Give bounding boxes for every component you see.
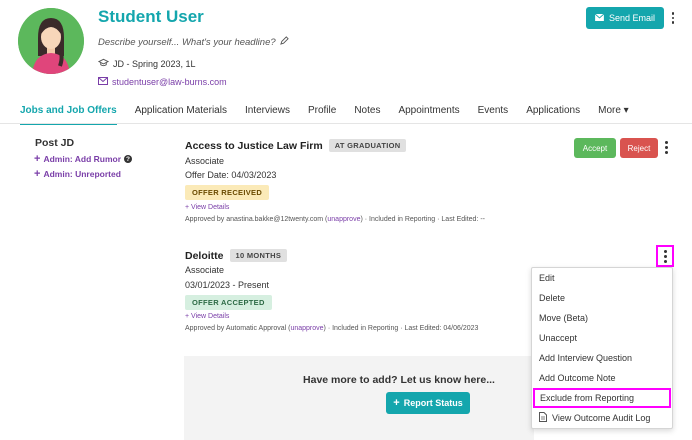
job-employer: Access to Justice Law Firm AT GRADUATION [185, 139, 407, 152]
menu-item-add-interview-question[interactable]: Add Interview Question [532, 348, 672, 368]
timing-tag: AT GRADUATION [328, 139, 407, 152]
meta-suffix: ) · Included in Reporting · Last Edited:… [360, 216, 485, 223]
timing-tag: 10 MONTHS [229, 249, 288, 262]
email-info[interactable]: studentuser@law-burns.com [98, 77, 227, 87]
job-title: Associate [185, 265, 225, 275]
tab-interviews[interactable]: Interviews [245, 105, 290, 125]
meta-suffix: ) · Included in Reporting · Last Edited:… [323, 325, 479, 332]
program-info: JD - Spring 2023, 1L [97, 58, 196, 69]
avatar [18, 8, 84, 74]
add-rumor-link[interactable]: + Admin: Add Rumor ? [34, 153, 133, 165]
student-name: Student User [98, 7, 204, 26]
tab-profile[interactable]: Profile [308, 105, 336, 125]
plus-icon: + [393, 397, 400, 409]
unapprove-link[interactable]: unapprove [327, 216, 360, 223]
meta-prefix: Approved by Automatic Approval ( [185, 325, 291, 332]
tab-appointments[interactable]: Appointments [398, 105, 459, 125]
unapprove-link[interactable]: unapprove [290, 325, 323, 332]
menu-item-add-outcome-note[interactable]: Add Outcome Note [532, 368, 672, 388]
menu-item-view-audit-log[interactable]: View Outcome Audit Log [532, 408, 672, 428]
employer-name: Deloitte [185, 249, 224, 262]
job-actions-menu: Edit Delete Move (Beta) Unaccept Add Int… [531, 267, 673, 429]
unreported-label: Admin: Unreported [43, 169, 121, 179]
send-email-label: Send Email [608, 13, 656, 23]
tab-application-materials[interactable]: Application Materials [135, 105, 227, 125]
unreported-link[interactable]: + Admin: Unreported [34, 168, 121, 180]
plus-icon: + [34, 153, 41, 165]
envelope-icon [594, 13, 605, 23]
tab-events[interactable]: Events [478, 105, 509, 125]
section-title: Post JD [35, 137, 75, 149]
report-status-button[interactable]: + Report Status [386, 392, 470, 414]
tab-jobs-and-job-offers[interactable]: Jobs and Job Offers [20, 105, 117, 125]
accept-button[interactable]: Accept [574, 138, 616, 158]
tab-more[interactable]: More ▾ [598, 105, 629, 125]
meta-prefix: Approved by anastina.bakke@12twenty.com … [185, 216, 328, 223]
profile-more-icon[interactable] [668, 10, 678, 26]
reject-button[interactable]: Reject [620, 138, 658, 158]
menu-item-unaccept[interactable]: Unaccept [532, 328, 672, 348]
envelope-icon [98, 77, 108, 87]
send-email-button[interactable]: Send Email [586, 7, 664, 29]
menu-item-delete[interactable]: Delete [532, 288, 672, 308]
job-dates: 03/01/2023 - Present [185, 280, 270, 290]
audit-log-label: View Outcome Audit Log [552, 413, 651, 423]
job-title: Associate [185, 156, 225, 166]
job-employer: Deloitte 10 MONTHS [185, 249, 288, 262]
job-more-icon[interactable] [661, 141, 671, 154]
employer-name: Access to Justice Law Firm [185, 139, 323, 152]
view-details-link[interactable]: + View Details [185, 313, 229, 320]
add-rumor-label: Admin: Add Rumor [43, 154, 122, 164]
email-link[interactable]: studentuser@law-burns.com [112, 77, 227, 87]
program-text: JD - Spring 2023, 1L [113, 58, 196, 69]
profile-tabs: Jobs and Job Offers Application Material… [20, 105, 647, 125]
pencil-icon[interactable] [279, 36, 289, 48]
document-icon [539, 412, 547, 424]
approval-meta: Approved by Automatic Approval (unapprov… [185, 325, 478, 332]
tab-divider [0, 123, 692, 124]
tab-notes[interactable]: Notes [354, 105, 380, 125]
approval-meta: Approved by anastina.bakke@12twenty.com … [185, 216, 485, 223]
graduation-cap-icon [97, 58, 110, 69]
job-more-icon-highlighted[interactable] [656, 245, 674, 267]
menu-item-move[interactable]: Move (Beta) [532, 308, 672, 328]
view-details-link[interactable]: + View Details [185, 204, 229, 211]
menu-item-exclude-from-reporting[interactable]: Exclude from Reporting [533, 388, 671, 408]
plus-icon: + [34, 168, 41, 180]
add-more-text: Have more to add? Let us know here... [303, 374, 495, 386]
headline-text: Describe yourself... What's your headlin… [98, 36, 276, 48]
offer-date: Offer Date: 04/03/2023 [185, 170, 277, 180]
status-badge: OFFER ACCEPTED [185, 295, 272, 310]
headline[interactable]: Describe yourself... What's your headlin… [98, 36, 289, 48]
report-status-label: Report Status [403, 398, 463, 408]
menu-item-edit[interactable]: Edit [532, 268, 672, 288]
tab-applications[interactable]: Applications [526, 105, 580, 125]
status-badge: OFFER RECEIVED [185, 185, 270, 200]
add-more-panel: Have more to add? Let us know here... + … [184, 356, 534, 440]
help-icon[interactable]: ? [124, 155, 133, 163]
